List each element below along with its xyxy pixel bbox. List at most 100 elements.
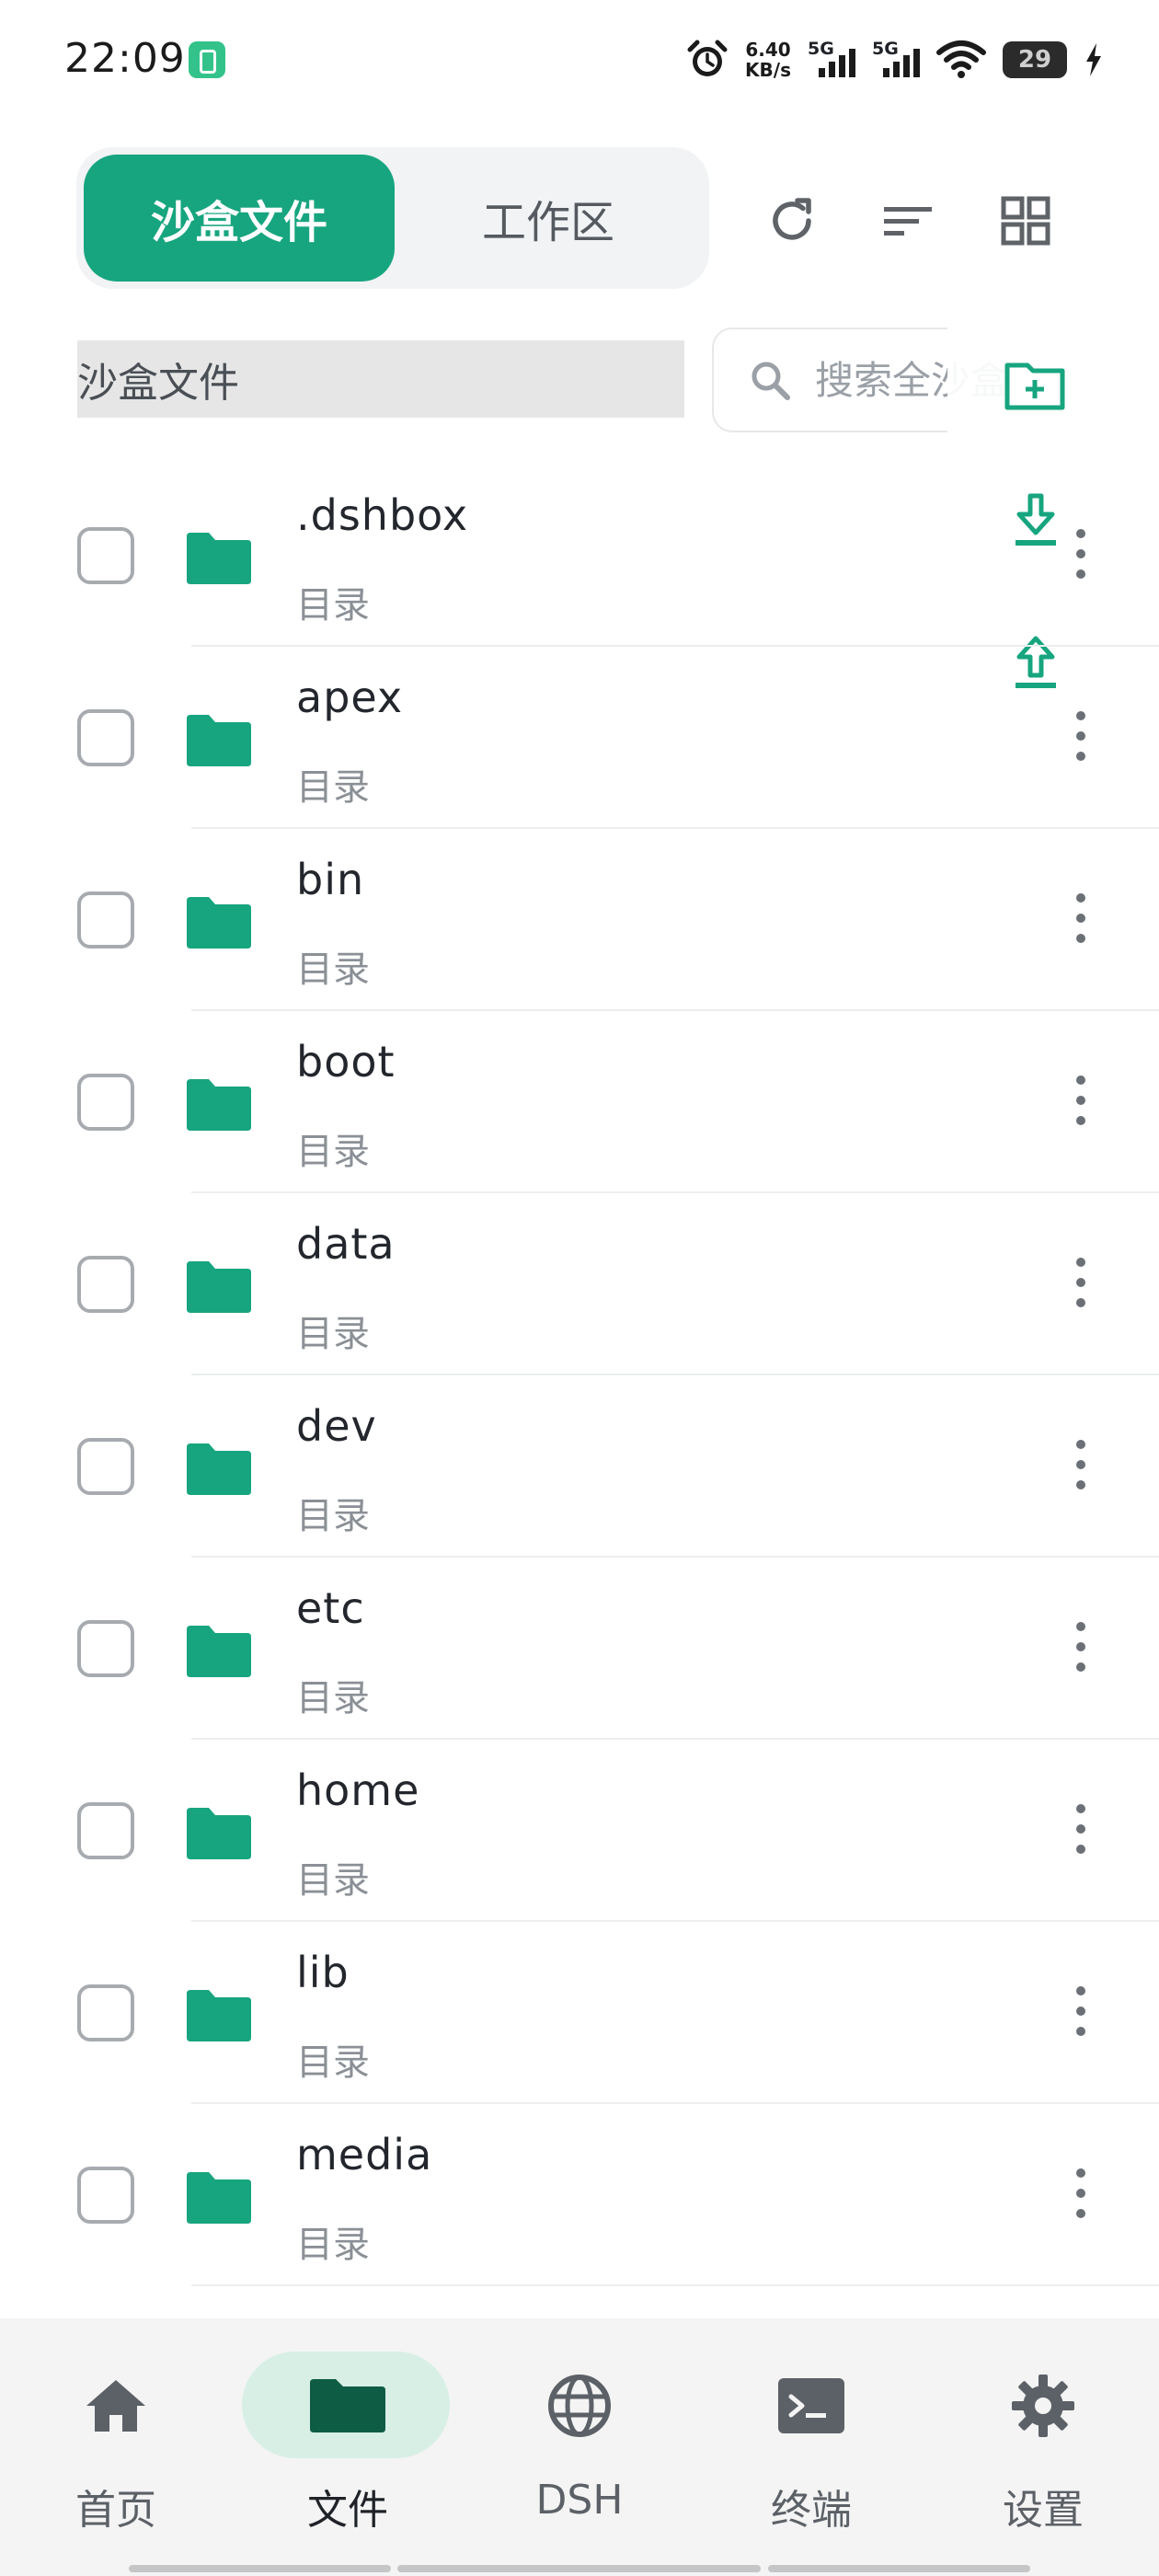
source-toggle: 沙盒文件 工作区 <box>76 147 709 289</box>
folder-icon <box>187 533 251 584</box>
file-type: 目录 <box>296 1677 370 1719</box>
file-name: home <box>296 1765 420 1815</box>
more-options-icon[interactable] <box>1067 1797 1095 1861</box>
file-name: data <box>296 1219 396 1269</box>
file-type: 目录 <box>296 766 370 809</box>
new-folder-icon[interactable] <box>1003 351 1069 418</box>
file-type: 目录 <box>296 2041 370 2084</box>
network-speed-value: 6.40 <box>745 39 791 61</box>
folder-icon <box>187 715 251 766</box>
list-item[interactable]: data 目录 <box>0 1193 1159 1375</box>
folder-icon <box>187 1261 251 1313</box>
file-type: 目录 <box>296 1495 370 1537</box>
current-path-field[interactable]: 沙盒文件 <box>77 340 684 418</box>
more-options-icon[interactable] <box>1067 1068 1095 1133</box>
file-name: apex <box>296 673 404 722</box>
network-speed: 6.40 KB/s <box>745 40 791 80</box>
more-options-icon[interactable] <box>1067 1250 1095 1315</box>
signal-1-label: 5G <box>808 39 834 59</box>
more-options-icon[interactable] <box>1067 1615 1095 1679</box>
sort-icon[interactable] <box>876 189 940 253</box>
battery-icon: 29 <box>1003 41 1067 78</box>
status-icons: 6.40 KB/s 5G 5G 29 <box>686 35 1104 85</box>
network-speed-unit: KB/s <box>745 59 791 81</box>
terminal-icon <box>778 2378 844 2433</box>
app-notification-icon <box>189 41 225 78</box>
folder-icon <box>187 1808 251 1859</box>
signal-2-label: 5G <box>872 39 899 59</box>
nav-files[interactable]: 文件 <box>232 2318 464 2539</box>
list-item[interactable]: home 目录 <box>0 1740 1159 1922</box>
list-item[interactable]: lib 目录 <box>0 1922 1159 2104</box>
file-type: 目录 <box>296 1313 370 1355</box>
folder-icon <box>187 1079 251 1131</box>
nav-terminal[interactable]: 终端 <box>695 2318 927 2539</box>
select-checkbox[interactable] <box>77 1802 134 1859</box>
folder-icon <box>187 1990 251 2041</box>
more-options-icon[interactable] <box>1067 704 1095 768</box>
nav-dsh-label: DSH <box>535 2477 624 2524</box>
status-bar: 22:09 6.40 KB/s 5G 5G 29 <box>0 0 1159 120</box>
nav-home-label: 首页 <box>75 2487 156 2534</box>
folder-icon <box>187 1443 251 1495</box>
select-checkbox[interactable] <box>77 709 134 766</box>
gesture-bar-segment <box>768 2565 1030 2572</box>
folder-icon <box>310 2379 385 2432</box>
file-type: 目录 <box>296 949 370 991</box>
gear-icon <box>1012 2375 1074 2437</box>
select-checkbox[interactable] <box>77 2167 134 2224</box>
more-options-icon[interactable] <box>1067 522 1095 586</box>
file-type: 目录 <box>296 1131 370 1173</box>
file-name: bin <box>296 855 365 904</box>
more-options-icon[interactable] <box>1067 1432 1095 1497</box>
list-item[interactable]: .dshbox 目录 <box>0 465 1159 647</box>
nav-terminal-label: 终端 <box>771 2487 852 2534</box>
nav-settings-label: 设置 <box>1003 2487 1084 2534</box>
search-icon <box>752 362 790 400</box>
file-type: 目录 <box>296 2224 370 2266</box>
list-item[interactable]: dev 目录 <box>0 1375 1159 1558</box>
list-item[interactable]: apex 目录 <box>0 647 1159 829</box>
tab-workspace[interactable]: 工作区 <box>395 155 702 282</box>
list-item[interactable]: etc 目录 <box>0 1558 1159 1740</box>
globe-icon <box>548 2375 611 2437</box>
folder-icon <box>187 1626 251 1677</box>
select-checkbox[interactable] <box>77 1620 134 1677</box>
nav-home[interactable]: 首页 <box>0 2318 232 2539</box>
more-options-icon[interactable] <box>1067 886 1095 950</box>
nav-settings[interactable]: 设置 <box>927 2318 1159 2539</box>
file-name: dev <box>296 1401 377 1451</box>
folder-icon <box>187 2172 251 2224</box>
nav-files-label: 文件 <box>307 2487 388 2534</box>
file-name: .dshbox <box>296 490 469 540</box>
file-name: media <box>296 2130 433 2179</box>
nav-dsh[interactable]: DSH <box>464 2318 695 2539</box>
folder-icon <box>187 897 251 949</box>
list-item[interactable]: bin 目录 <box>0 829 1159 1011</box>
select-checkbox[interactable] <box>77 1074 134 1131</box>
select-checkbox[interactable] <box>77 1984 134 2041</box>
file-name: etc <box>296 1583 365 1633</box>
home-icon <box>86 2380 145 2432</box>
refresh-icon[interactable] <box>760 189 824 253</box>
select-checkbox[interactable] <box>77 1438 134 1495</box>
list-item[interactable]: media 目录 <box>0 2104 1159 2286</box>
grid-view-icon[interactable] <box>993 189 1058 253</box>
wifi-icon <box>936 40 986 78</box>
select-checkbox[interactable] <box>77 891 134 949</box>
gesture-bar-segment <box>397 2565 761 2572</box>
file-name: boot <box>296 1037 396 1087</box>
file-name: lib <box>296 1948 350 1997</box>
more-options-icon[interactable] <box>1067 1979 1095 2043</box>
signal-2-icon: 5G <box>872 39 920 77</box>
battery-level: 29 <box>1017 46 1052 74</box>
tab-sandbox-files[interactable]: 沙盒文件 <box>84 155 395 282</box>
clock: 22:09 <box>64 35 186 82</box>
select-checkbox[interactable] <box>77 527 134 584</box>
signal-1-icon: 5G <box>808 39 855 77</box>
bottom-navigation: 首页 文件 DSH 终端 设置 <box>0 2318 1159 2576</box>
more-options-icon[interactable] <box>1067 2161 1095 2225</box>
select-checkbox[interactable] <box>77 1256 134 1313</box>
list-item[interactable]: boot 目录 <box>0 1011 1159 1193</box>
alarm-icon <box>687 40 728 76</box>
